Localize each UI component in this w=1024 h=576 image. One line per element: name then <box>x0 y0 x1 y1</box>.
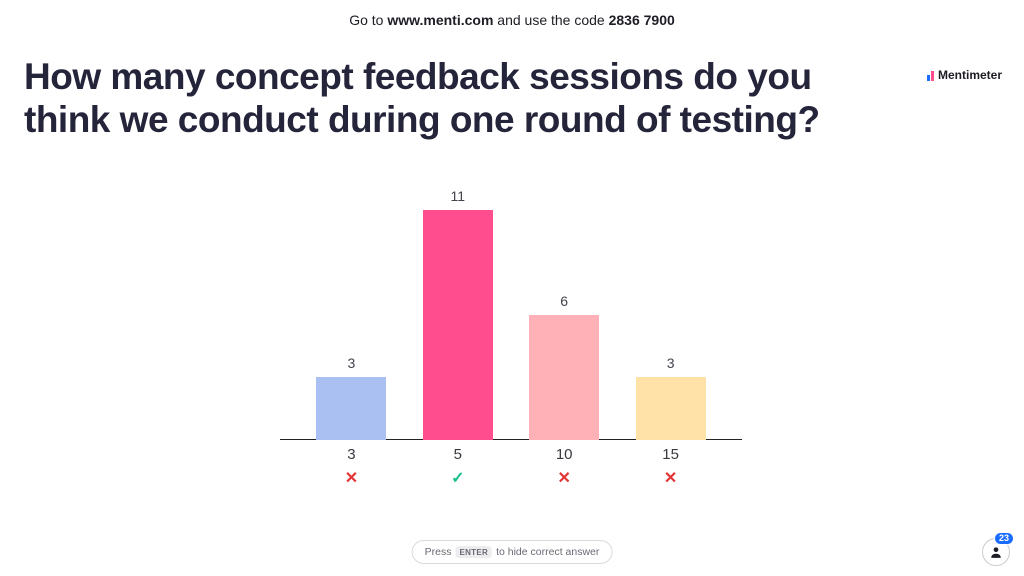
x-tick-label: 5 <box>423 446 493 463</box>
bar-value-label: 3 <box>636 355 706 371</box>
bar: 3 <box>316 377 386 440</box>
bar-value-label: 3 <box>316 355 386 371</box>
cross-icon: ✕ <box>316 468 386 488</box>
bar-chart: 31163 351015 ✕✓✕✕ <box>280 195 742 485</box>
cross-icon: ✕ <box>636 468 706 488</box>
bar-value-label: 11 <box>423 188 493 204</box>
join-instruction: Go to www.menti.com and use the code 283… <box>0 0 1024 28</box>
hint-prefix: Press <box>425 546 452 558</box>
hint-bar: Press ENTER to hide correct answer <box>412 540 613 564</box>
bar: 11 <box>423 210 493 440</box>
instruction-code: 2836 7900 <box>609 12 675 28</box>
x-tick-label: 10 <box>529 446 599 463</box>
keyboard-hint[interactable]: Press ENTER to hide correct answer <box>412 540 613 564</box>
instruction-url: www.menti.com <box>387 12 493 28</box>
instruction-prefix: Go to <box>349 12 387 28</box>
bar: 3 <box>636 377 706 440</box>
x-tick-label: 3 <box>316 446 386 463</box>
participant-count: 23 <box>994 532 1014 545</box>
question-title: How many concept feedback sessions do yo… <box>0 28 1024 141</box>
x-axis-labels: 3 5 10 15 <box>280 446 742 468</box>
participant-counter[interactable]: 23 <box>982 538 1010 566</box>
enter-key: ENTER <box>455 546 492 558</box>
x-tick-label: 15 <box>636 446 706 463</box>
bar: 6 <box>529 315 599 440</box>
instruction-middle: and use the code <box>493 12 608 28</box>
hint-suffix: to hide correct answer <box>496 546 599 558</box>
logo-icon <box>927 70 934 81</box>
mentimeter-logo: Mentimeter <box>927 68 1002 82</box>
chart-plot-area: 31163 <box>280 195 742 440</box>
answer-marks: ✕ ✓ ✕ ✕ <box>280 468 742 488</box>
check-icon: ✓ <box>423 468 493 488</box>
cross-icon: ✕ <box>529 468 599 488</box>
logo-text: Mentimeter <box>938 68 1002 82</box>
bar-value-label: 6 <box>529 293 599 309</box>
